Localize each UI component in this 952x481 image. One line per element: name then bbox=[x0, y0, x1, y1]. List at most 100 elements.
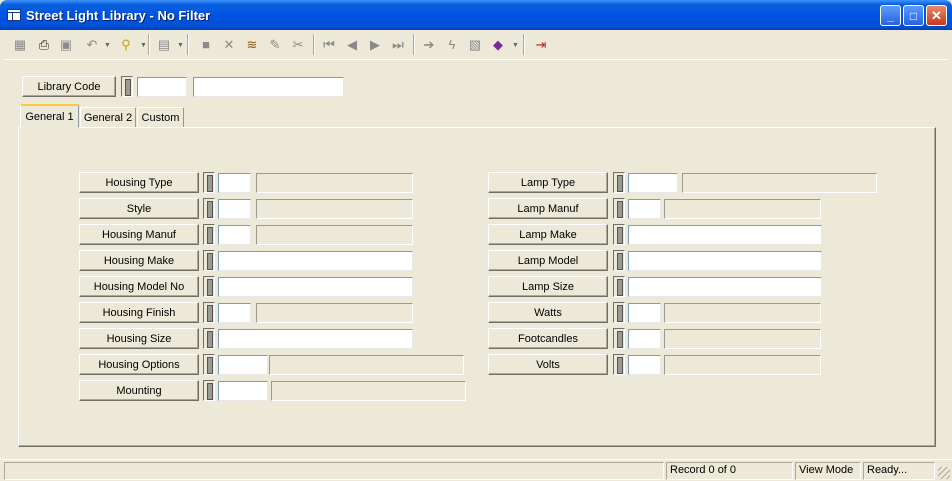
next-record-icon[interactable]: ▶ bbox=[365, 34, 385, 54]
housing-model-no-button[interactable]: Housing Model No bbox=[79, 276, 199, 297]
lamp-manuf-button[interactable]: Lamp Manuf bbox=[488, 198, 608, 219]
window-title: Street Light Library - No Filter bbox=[26, 8, 211, 23]
volts-code-input[interactable] bbox=[628, 355, 661, 375]
lamp-size-button[interactable]: Lamp Size bbox=[488, 276, 608, 297]
library-code-input[interactable] bbox=[137, 77, 187, 97]
save-icon[interactable]: ■ bbox=[196, 34, 216, 54]
lamp-type-code-input[interactable] bbox=[628, 173, 678, 193]
housing-manuf-code-input[interactable] bbox=[218, 225, 251, 245]
housing-size-button[interactable]: Housing Size bbox=[79, 328, 199, 349]
style-code-input[interactable] bbox=[218, 199, 251, 219]
record-marker-icon bbox=[613, 328, 625, 349]
footcandles-code-input[interactable] bbox=[628, 329, 661, 349]
form-icon[interactable]: ▤ bbox=[154, 34, 174, 54]
housing-finish-button[interactable]: Housing Finish bbox=[79, 302, 199, 323]
footcandles-button[interactable]: Footcandles bbox=[488, 328, 608, 349]
chevron-down-icon[interactable]: ▼ bbox=[104, 42, 111, 49]
status-message bbox=[4, 462, 664, 480]
undo-icon[interactable]: ↶ bbox=[82, 34, 102, 54]
housing-options-button[interactable]: Housing Options bbox=[79, 354, 199, 375]
lightning-icon[interactable]: ϟ bbox=[442, 34, 462, 54]
lamp-type-button[interactable]: Lamp Type bbox=[488, 172, 608, 193]
record-marker-icon bbox=[203, 172, 215, 193]
mounting-code-input[interactable] bbox=[218, 381, 268, 401]
tab-general-1[interactable]: General 1 bbox=[20, 104, 79, 128]
housing-manuf-button[interactable]: Housing Manuf bbox=[79, 224, 199, 245]
book-icon[interactable]: ◆ bbox=[488, 34, 508, 54]
record-marker-icon bbox=[121, 76, 133, 97]
toolbar-separator bbox=[523, 34, 525, 55]
report-icon[interactable]: ▧ bbox=[465, 34, 485, 54]
preview-icon[interactable]: ▣ bbox=[56, 34, 76, 54]
lamp-make-input[interactable] bbox=[628, 225, 822, 245]
minimize-button[interactable]: _ bbox=[880, 5, 901, 26]
edit-icon[interactable]: ✎ bbox=[265, 34, 285, 54]
toolbar-separator bbox=[148, 34, 150, 55]
record-marker-icon bbox=[613, 224, 625, 245]
record-marker-icon bbox=[203, 328, 215, 349]
previous-record-icon[interactable]: ◀ bbox=[342, 34, 362, 54]
record-marker-icon bbox=[203, 276, 215, 297]
watts-description bbox=[664, 303, 821, 323]
chevron-down-icon[interactable]: ▼ bbox=[140, 42, 147, 49]
housing-type-description bbox=[256, 173, 413, 193]
housing-type-button[interactable]: Housing Type bbox=[79, 172, 199, 193]
view-mode-indicator: View Mode bbox=[795, 462, 861, 480]
lamp-model-input[interactable] bbox=[628, 251, 822, 271]
resize-grip-icon[interactable] bbox=[938, 467, 950, 479]
housing-size-input[interactable] bbox=[218, 329, 413, 349]
goto-icon[interactable]: ➔ bbox=[419, 34, 439, 54]
cut-icon[interactable]: ✂ bbox=[288, 34, 308, 54]
housing-make-input[interactable] bbox=[218, 251, 413, 271]
record-marker-icon bbox=[613, 198, 625, 219]
close-button[interactable]: ✕ bbox=[926, 5, 947, 26]
table-icon bbox=[7, 9, 21, 21]
chevron-down-icon[interactable]: ▼ bbox=[512, 42, 519, 49]
toolbar-separator bbox=[413, 34, 415, 55]
lamp-manuf-code-input[interactable] bbox=[628, 199, 661, 219]
volts-description bbox=[664, 355, 821, 375]
maximize-button[interactable]: □ bbox=[903, 5, 924, 26]
mounting-description bbox=[271, 381, 466, 401]
last-record-icon[interactable]: ⏭ bbox=[388, 34, 408, 54]
tab-general-2[interactable]: General 2 bbox=[80, 107, 136, 128]
volts-button[interactable]: Volts bbox=[488, 354, 608, 375]
record-marker-icon bbox=[613, 172, 625, 193]
lamp-manuf-description bbox=[664, 199, 821, 219]
toolbar-separator bbox=[313, 34, 315, 55]
record-marker-icon bbox=[203, 224, 215, 245]
record-marker-icon bbox=[203, 354, 215, 375]
style-button[interactable]: Style bbox=[79, 198, 199, 219]
housing-finish-code-input[interactable] bbox=[218, 303, 251, 323]
first-record-icon[interactable]: ⏮ bbox=[319, 34, 339, 54]
lamp-model-button[interactable]: Lamp Model bbox=[488, 250, 608, 271]
delete-icon[interactable]: ✕ bbox=[219, 34, 239, 54]
chevron-down-icon[interactable]: ▼ bbox=[177, 42, 184, 49]
watts-button[interactable]: Watts bbox=[488, 302, 608, 323]
library-description-input[interactable] bbox=[193, 77, 344, 97]
style-description bbox=[256, 199, 413, 219]
grid-icon[interactable]: ▦ bbox=[10, 34, 30, 54]
housing-type-code-input[interactable] bbox=[218, 173, 251, 193]
exit-icon[interactable]: ⇥ bbox=[531, 34, 551, 54]
lamp-size-input[interactable] bbox=[628, 277, 822, 297]
printer-icon[interactable]: ⎙ bbox=[34, 34, 54, 54]
stack-icon[interactable]: ≋ bbox=[242, 34, 262, 54]
housing-model-no-input[interactable] bbox=[218, 277, 413, 297]
ready-indicator: Ready... bbox=[863, 462, 935, 480]
housing-finish-description bbox=[256, 303, 413, 323]
filter-icon[interactable]: ⚲ bbox=[116, 34, 136, 54]
record-marker-icon bbox=[613, 276, 625, 297]
lamp-type-description bbox=[682, 173, 877, 193]
mounting-button[interactable]: Mounting bbox=[79, 380, 199, 401]
record-marker-icon bbox=[613, 302, 625, 323]
toolbar-separator bbox=[187, 34, 189, 55]
tab-custom[interactable]: Custom bbox=[137, 107, 184, 128]
library-code-button[interactable]: Library Code bbox=[22, 76, 116, 97]
housing-make-button[interactable]: Housing Make bbox=[79, 250, 199, 271]
housing-options-code-input[interactable] bbox=[218, 355, 268, 375]
lamp-make-button[interactable]: Lamp Make bbox=[488, 224, 608, 245]
watts-code-input[interactable] bbox=[628, 303, 661, 323]
record-marker-icon bbox=[203, 250, 215, 271]
record-marker-icon bbox=[203, 380, 215, 401]
